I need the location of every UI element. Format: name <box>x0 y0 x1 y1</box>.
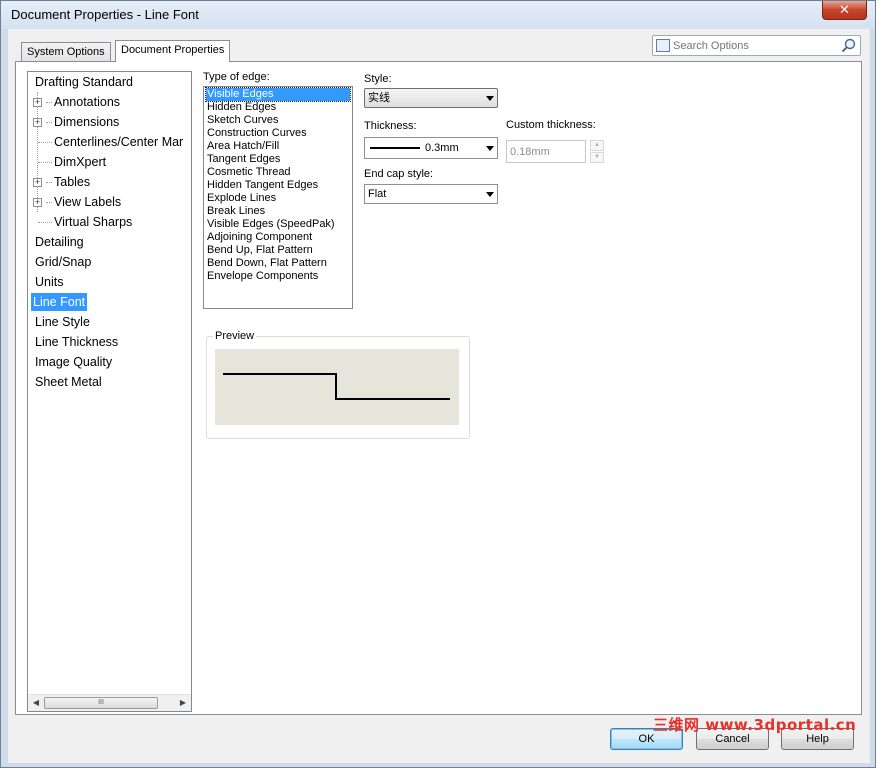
tree-item-dimensions[interactable]: Dimensions <box>52 113 121 131</box>
list-item[interactable]: Envelope Components <box>206 270 319 283</box>
tree-item-grid-snap[interactable]: Grid/Snap <box>33 253 93 271</box>
category-tree[interactable]: Drafting Standard + Annotations + Dimens… <box>27 71 192 712</box>
search-input[interactable] <box>673 37 838 54</box>
tab-system-options[interactable]: System Options <box>21 42 111 62</box>
list-item[interactable]: Construction Curves <box>206 127 308 140</box>
custom-thickness-spinner[interactable]: ▲ ▼ <box>590 140 604 163</box>
search-box[interactable] <box>652 35 861 56</box>
chevron-down-icon <box>486 192 494 197</box>
list-item[interactable]: Hidden Tangent Edges <box>206 179 319 192</box>
style-dropdown[interactable]: 实线 <box>364 88 498 108</box>
scroll-right-icon[interactable]: ▶ <box>177 697 189 709</box>
chevron-down-icon <box>486 146 494 151</box>
dialog-window: Document Properties - Line Font ✕ System… <box>0 0 876 768</box>
thickness-dropdown[interactable]: 0.3mm <box>364 137 498 159</box>
dialog-client: System Options Document Properties Draft… <box>8 29 870 763</box>
custom-thickness-input[interactable] <box>509 143 583 160</box>
tree-guide-line <box>38 142 52 143</box>
style-value: 实线 <box>368 92 390 104</box>
close-button[interactable]: ✕ <box>822 1 867 20</box>
list-item[interactable]: Bend Up, Flat Pattern <box>206 244 314 257</box>
window-title: Document Properties - Line Font <box>11 7 199 22</box>
list-item[interactable]: Visible Edges (SpeedPak) <box>206 218 336 231</box>
tree-guide-line <box>38 162 52 163</box>
list-item[interactable]: Area Hatch/Fill <box>206 140 280 153</box>
preview-group: Preview <box>206 330 470 439</box>
tree-item-image-quality[interactable]: Image Quality <box>33 353 114 371</box>
tree-item-centerlines[interactable]: Centerlines/Center Mar <box>52 133 185 151</box>
list-item[interactable]: Tangent Edges <box>206 153 281 166</box>
type-of-edge-label: Type of edge: <box>203 71 270 83</box>
expand-plus-icon[interactable]: + <box>33 178 42 187</box>
line-preview-graphic <box>223 373 450 400</box>
expand-plus-icon[interactable]: + <box>33 118 42 127</box>
tree-item-line-thickness[interactable]: Line Thickness <box>33 333 120 351</box>
style-label: Style: <box>364 73 392 85</box>
tab-label: System Options <box>27 46 105 58</box>
custom-thickness-field[interactable] <box>506 140 586 163</box>
tree-item-virtual-sharps[interactable]: Virtual Sharps <box>52 213 134 231</box>
preview-label: Preview <box>213 330 257 342</box>
thickness-value: 0.3mm <box>425 142 459 154</box>
scrollbar-thumb[interactable]: III <box>44 697 158 709</box>
end-cap-style-label: End cap style: <box>364 168 434 180</box>
end-cap-style-value: Flat <box>368 188 387 200</box>
tree-item-line-style[interactable]: Line Style <box>33 313 92 331</box>
title-bar[interactable]: Document Properties - Line Font ✕ <box>1 1 875 29</box>
tree-guide-line <box>37 92 38 212</box>
close-icon: ✕ <box>839 2 850 17</box>
list-item[interactable]: Explode Lines <box>206 192 277 205</box>
tree-guide-line <box>38 222 52 223</box>
expand-plus-icon[interactable]: + <box>33 198 42 207</box>
tree-item-detailing[interactable]: Detailing <box>33 233 86 251</box>
thickness-label: Thickness: <box>364 120 417 132</box>
spin-down-icon[interactable]: ▼ <box>590 152 604 163</box>
tree-item-tables[interactable]: Tables <box>52 173 92 191</box>
tree-item-view-labels[interactable]: View Labels <box>52 193 123 211</box>
tab-label: Document Properties <box>121 44 225 56</box>
tree-item-dimxpert[interactable]: DimXpert <box>52 153 108 171</box>
line-thickness-sample <box>370 147 420 149</box>
list-item[interactable]: Visible Edges <box>205 87 351 102</box>
expand-plus-icon[interactable]: + <box>33 98 42 107</box>
list-item[interactable]: Bend Down, Flat Pattern <box>206 257 328 270</box>
list-item[interactable]: Break Lines <box>206 205 266 218</box>
properties-panel: Drafting Standard + Annotations + Dimens… <box>15 61 862 715</box>
list-item[interactable]: Adjoining Component <box>206 231 313 244</box>
preview-line <box>223 373 450 400</box>
list-item[interactable]: Hidden Edges <box>206 101 277 114</box>
site-watermark: 三维网 www.3dportal.cn <box>653 716 857 734</box>
scroll-left-icon[interactable]: ◀ <box>30 697 42 709</box>
tree-item-sheet-metal[interactable]: Sheet Metal <box>33 373 104 391</box>
tree-item-drafting-standard[interactable]: Drafting Standard <box>33 73 135 91</box>
tree-horizontal-scrollbar[interactable]: ◀ III ▶ <box>28 694 191 711</box>
options-list-icon <box>656 39 670 52</box>
edge-type-list[interactable]: Visible Edges Hidden Edges Sketch Curves… <box>203 86 353 309</box>
tree-item-annotations[interactable]: Annotations <box>52 93 122 111</box>
spin-up-icon[interactable]: ▲ <box>590 140 604 151</box>
tree-item-line-font[interactable]: Line Font <box>31 293 88 311</box>
end-cap-style-dropdown[interactable]: Flat <box>364 184 498 204</box>
list-item[interactable]: Cosmetic Thread <box>206 166 292 179</box>
tab-document-properties[interactable]: Document Properties <box>115 40 231 62</box>
chevron-down-icon <box>486 96 494 101</box>
search-icon[interactable] <box>841 38 856 53</box>
custom-thickness-label: Custom thickness: <box>506 119 596 131</box>
line-preview-canvas <box>215 349 459 425</box>
tree-item-units[interactable]: Units <box>33 273 65 291</box>
list-item[interactable]: Sketch Curves <box>206 114 280 127</box>
